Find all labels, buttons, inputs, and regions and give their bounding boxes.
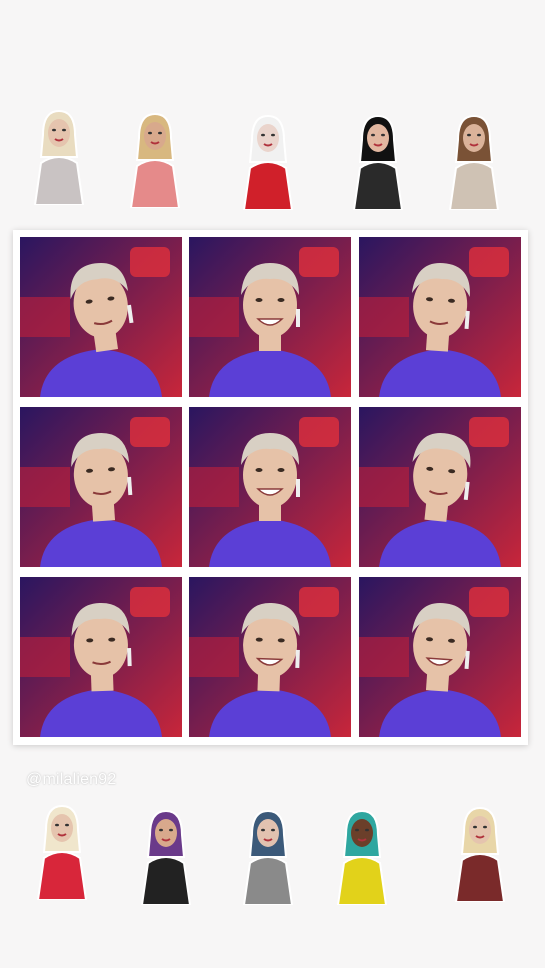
collage-photo-r2c3[interactable] xyxy=(359,407,521,567)
watermark-username: @milalien92 xyxy=(26,771,117,788)
collage-photo-r3c3[interactable] xyxy=(359,577,521,737)
sticker-queen-6[interactable] xyxy=(30,800,94,900)
collage-photo-r1c1[interactable] xyxy=(20,237,182,397)
collage-photo-r2c2[interactable] xyxy=(189,407,351,567)
collage-photo-r3c2[interactable] xyxy=(189,577,351,737)
sticker-queen-9[interactable] xyxy=(330,805,394,905)
collage-photo-r1c3[interactable] xyxy=(359,237,521,397)
sticker-queen-7[interactable] xyxy=(134,805,198,905)
sticker-queen-8[interactable] xyxy=(236,805,300,905)
sticker-queen-4[interactable] xyxy=(346,110,410,210)
collage-photo-r3c1[interactable] xyxy=(20,577,182,737)
sticker-queen-1[interactable] xyxy=(27,105,91,205)
collage-photo-r2c1[interactable] xyxy=(20,407,182,567)
sticker-queen-3[interactable] xyxy=(236,110,300,210)
sticker-queen-10[interactable] xyxy=(448,802,512,902)
collage-photo-r1c2[interactable] xyxy=(189,237,351,397)
sticker-queen-2[interactable] xyxy=(123,108,187,208)
photo-collage-grid xyxy=(13,230,528,745)
sticker-queen-5[interactable] xyxy=(442,110,506,210)
